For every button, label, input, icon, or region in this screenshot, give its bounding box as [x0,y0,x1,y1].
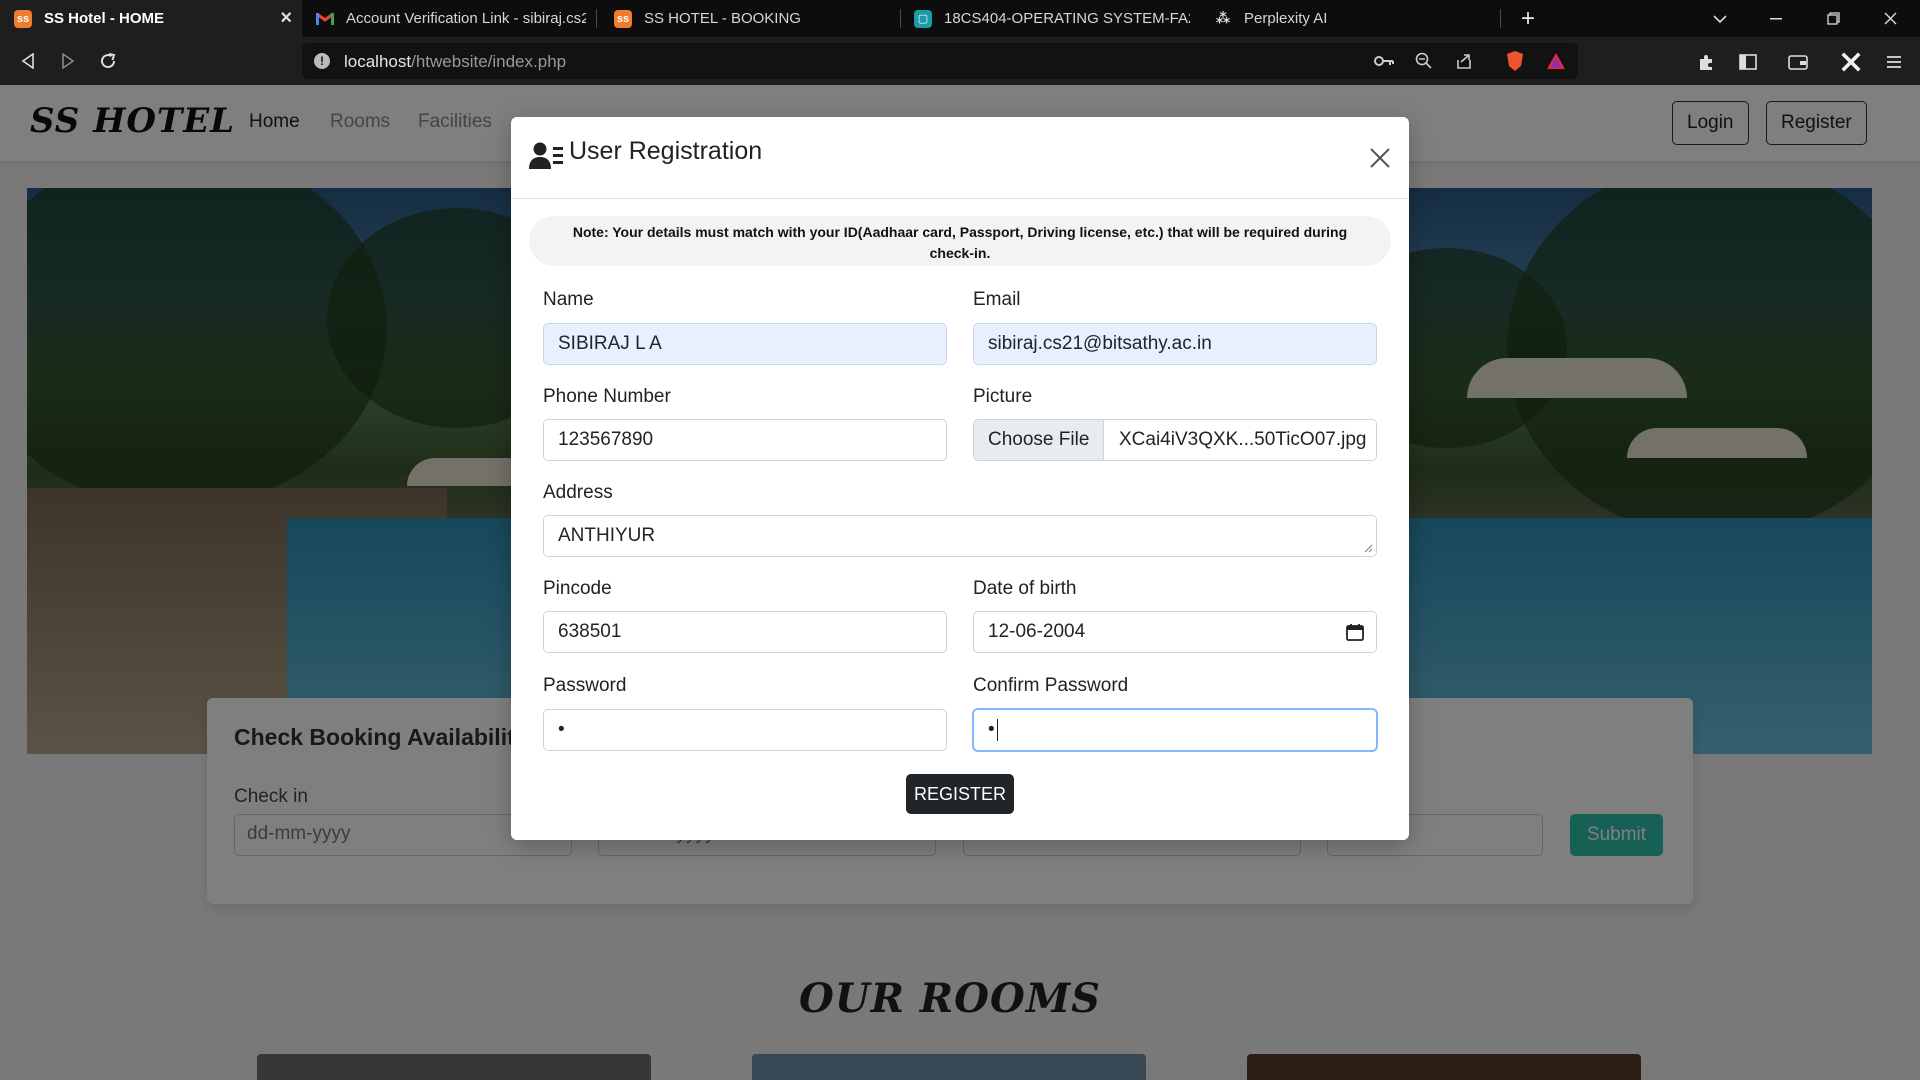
phone-field[interactable]: 123567890 [543,419,947,461]
extensions-puzzle-icon[interactable] [1696,51,1718,73]
email-label: Email [973,289,1021,310]
phone-label: Phone Number [543,386,671,407]
text-caret [996,719,998,741]
zoom-icon[interactable] [1414,51,1434,71]
tab-operating-system[interactable]: ▢ 18CS404-OPERATING SYSTEM-FA20-0 [900,0,1200,37]
confirm-password-label: Confirm Password [973,675,1129,696]
browser-tab-bar: ss SS Hotel - HOME × Account Verificatio… [0,0,1920,37]
address-textarea[interactable]: ANTHIYUR [543,515,1377,557]
x-extension-icon[interactable] [1840,51,1862,73]
name-field[interactable]: SIBIRAJ L A [543,323,947,365]
brave-shield-icon[interactable] [1505,51,1525,71]
confirm-password-field[interactable]: • [973,709,1377,751]
key-icon[interactable] [1374,51,1394,71]
resize-handle-icon[interactable] [1363,543,1373,553]
chosen-file-name: XCai4iV3QXK...50TicO07.jpg [1119,429,1367,450]
forward-icon[interactable] [52,45,84,77]
picture-file-input[interactable]: Choose File XCai4iV3QXK...50TicO07.jpg [973,419,1377,461]
dob-label: Date of birth [973,578,1077,599]
password-label: Password [543,675,627,696]
name-label: Name [543,289,594,310]
tab-ss-hotel-booking[interactable]: ss SS HOTEL - BOOKING [600,0,900,37]
share-icon[interactable] [1454,51,1474,71]
site-info-icon[interactable]: ! [314,53,330,69]
tab-account-verification[interactable]: Account Verification Link - sibiraj.cs21 [302,0,596,37]
picture-label: Picture [973,386,1033,407]
minimize-icon[interactable] [1748,0,1804,37]
sidebar-icon[interactable] [1737,51,1759,73]
gmail-favicon-icon [316,10,334,28]
wallet-icon[interactable] [1787,51,1809,73]
perplexity-favicon-icon: ⁂ [1215,10,1231,26]
calendar-icon[interactable] [1346,623,1364,641]
tab-ss-hotel-home[interactable]: ss SS Hotel - HOME × [0,0,302,37]
tab-list-chevron-icon[interactable] [1692,0,1748,37]
brave-rewards-icon[interactable] [1546,51,1566,71]
new-tab-button[interactable]: + [1500,0,1556,37]
pincode-label: Pincode [543,578,612,599]
reload-icon[interactable] [92,45,124,77]
registration-modal: User Registration Note: Your details mus… [511,117,1409,840]
password-field[interactable]: • [543,709,947,751]
tab-perplexity[interactable]: ⁂ Perplexity AI [1200,0,1500,37]
confirm-password-value: • [988,719,995,741]
hotel-favicon-icon: ss [14,9,32,28]
email-field[interactable]: sibiraj.cs21@bitsathy.ac.in [973,323,1377,365]
back-icon[interactable] [12,45,44,77]
close-icon[interactable] [1368,146,1392,170]
doc-favicon-icon: ▢ [914,9,932,28]
url-text: localhost/htwebsite/index.php [344,52,567,71]
pincode-field[interactable]: 638501 [543,611,947,653]
address-value: ANTHIYUR [558,525,656,546]
dob-value: 12-06-2004 [988,621,1086,642]
tab-separator [596,9,597,28]
hotel-favicon-icon: ss [614,9,632,28]
menu-icon[interactable] [1883,51,1905,73]
address-bar[interactable]: ! localhost/htwebsite/index.php [302,43,1578,79]
restore-icon[interactable] [1805,0,1861,37]
id-note: Note: Your details must match with your … [529,216,1391,266]
close-window-icon[interactable] [1862,0,1918,37]
choose-file-button[interactable]: Choose File [974,420,1105,460]
modal-header: User Registration [511,117,1409,199]
address-label: Address [543,482,613,503]
user-lines-icon [529,141,563,171]
modal-title: User Registration [569,137,763,165]
close-tab-icon[interactable]: × [280,7,292,30]
browser-toolbar: ! localhost/htwebsite/index.php [0,37,1920,85]
dob-field[interactable]: 12-06-2004 [973,611,1377,653]
register-submit-button[interactable]: REGISTER [906,774,1014,814]
